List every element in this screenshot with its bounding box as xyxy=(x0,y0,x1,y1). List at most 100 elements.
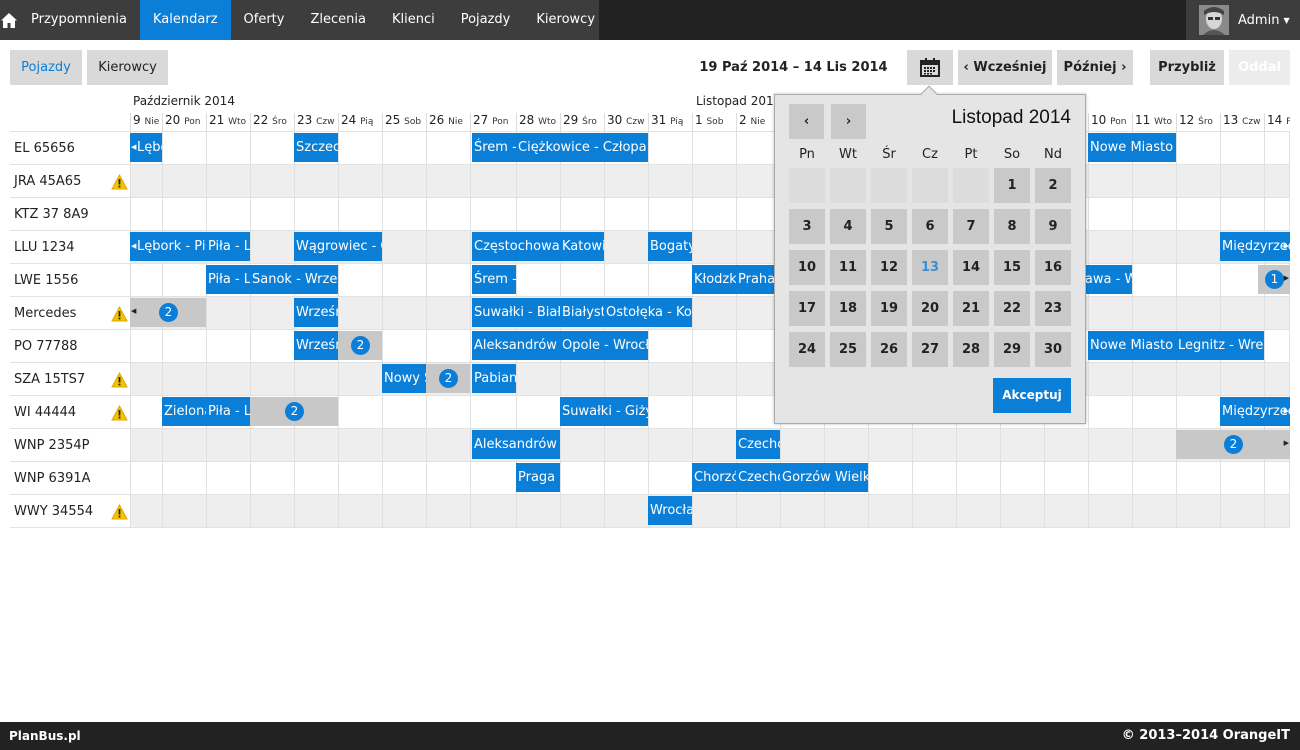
event-block[interactable]: Piła - Lębork xyxy=(206,265,250,294)
accept-button[interactable]: Akceptuj xyxy=(993,378,1071,413)
nav-item-drivers[interactable]: Kierowcy xyxy=(523,0,608,40)
event-block[interactable]: Aleksandrów Łódzki xyxy=(472,331,560,360)
vehicle-label[interactable]: KTZ 37 8A9 xyxy=(14,198,89,231)
event-block[interactable]: Aleksandrów Łódzki xyxy=(472,430,560,459)
nav-item-reminders[interactable]: Przypomnienia xyxy=(18,0,140,40)
event-block[interactable]: Piła - Lębork xyxy=(206,397,250,426)
picker-day[interactable]: 1 xyxy=(994,168,1030,203)
nav-item-calendar[interactable]: Kalendarz xyxy=(140,0,231,40)
picker-day[interactable]: 21 xyxy=(953,291,989,326)
picker-day[interactable]: 16 xyxy=(1035,250,1071,285)
picker-day[interactable]: 7 xyxy=(953,209,989,244)
nav-item-orders[interactable]: Zlecenia xyxy=(297,0,378,40)
picker-day[interactable]: 17 xyxy=(789,291,825,326)
picker-day[interactable]: 6 xyxy=(912,209,948,244)
picker-day[interactable]: 26 xyxy=(871,332,907,367)
event-block[interactable]: Suwałki - Białystok xyxy=(472,298,560,327)
picker-day[interactable]: 29 xyxy=(994,332,1030,367)
picker-day[interactable]: 3 xyxy=(789,209,825,244)
grouped-events[interactable]: 2 xyxy=(426,364,470,393)
event-block[interactable]: Kłodzko xyxy=(692,265,736,294)
picker-day[interactable]: 13 xyxy=(912,250,948,285)
picker-day[interactable]: 28 xyxy=(953,332,989,367)
tab-drivers[interactable]: Kierowcy xyxy=(87,50,168,85)
later-button[interactable]: Później › xyxy=(1057,50,1133,85)
picker-day[interactable]: 2 xyxy=(1035,168,1071,203)
nav-item-clients[interactable]: Klienci xyxy=(379,0,448,40)
event-block[interactable]: Nowy Sącz xyxy=(382,364,426,393)
picker-day[interactable]: 30 xyxy=(1035,332,1071,367)
grouped-events[interactable]: 1 ▶ xyxy=(1258,265,1290,294)
event-block[interactable]: Ostołęka - Kołobrzeg xyxy=(604,298,692,327)
tab-vehicles[interactable]: Pojazdy xyxy=(10,50,82,85)
vehicle-label[interactable]: SZA 15TS7 xyxy=(14,363,85,396)
picker-day[interactable]: 18 xyxy=(830,291,866,326)
home-button[interactable] xyxy=(0,0,18,40)
picker-day[interactable]: 15 xyxy=(994,250,1030,285)
event-block[interactable]: Praga xyxy=(516,463,560,492)
vehicle-label[interactable]: LLU 1234 xyxy=(14,231,75,264)
user-menu[interactable]: Admin ▼ xyxy=(1186,0,1300,40)
event-block[interactable]: Wrocław xyxy=(648,496,692,525)
picker-day[interactable]: 14 xyxy=(953,250,989,285)
grouped-events[interactable]: 2 ▶ xyxy=(1176,430,1290,459)
vehicle-label[interactable]: WWY 34554 xyxy=(14,495,93,528)
event-block[interactable]: Wągrowiec - Gniezno xyxy=(294,232,382,261)
picker-day[interactable]: 24 xyxy=(789,332,825,367)
warning-icon[interactable] xyxy=(111,503,128,520)
picker-next-button[interactable]: › xyxy=(831,104,866,139)
event-block[interactable]: Nowe Miasto xyxy=(1088,133,1176,162)
warning-icon[interactable] xyxy=(111,404,128,421)
picker-day[interactable]: 22 xyxy=(994,291,1030,326)
event-block[interactable]: Opole - Wrocław xyxy=(560,331,648,360)
event-block[interactable]: Międzyrzecz▶ xyxy=(1220,397,1290,426)
event-block[interactable]: Czechowice xyxy=(736,430,780,459)
grouped-events[interactable]: 2 xyxy=(338,331,382,360)
event-block[interactable]: Lębork - Piła◀ xyxy=(130,133,162,162)
event-block[interactable]: Śrem - Łódź xyxy=(472,133,516,162)
picker-day[interactable]: 9 xyxy=(1035,209,1071,244)
vehicle-label[interactable]: Mercedes xyxy=(14,297,76,330)
event-block[interactable]: Lębork - Piła◀ xyxy=(130,232,206,261)
picker-prev-button[interactable]: ‹ xyxy=(789,104,824,139)
picker-day[interactable]: 19 xyxy=(871,291,907,326)
picker-day[interactable]: 11 xyxy=(830,250,866,285)
event-block[interactable]: Bogatynia xyxy=(648,232,692,261)
event-block[interactable]: Częstochowa - Kraków xyxy=(472,232,560,261)
warning-icon[interactable] xyxy=(111,173,128,190)
picker-day[interactable]: 4 xyxy=(830,209,866,244)
picker-day[interactable]: 5 xyxy=(871,209,907,244)
event-block[interactable]: Września xyxy=(294,298,338,327)
grouped-events[interactable]: 2 ◀ xyxy=(130,298,206,327)
event-block[interactable]: Międzyrzecz▶ xyxy=(1220,232,1290,261)
event-block[interactable]: Września xyxy=(294,331,338,360)
picker-day[interactable]: 8 xyxy=(994,209,1030,244)
event-block[interactable]: Szczecin xyxy=(294,133,338,162)
event-block[interactable]: Chorzów xyxy=(692,463,736,492)
vehicle-label[interactable]: JRA 45A65 xyxy=(14,165,81,198)
footer-brand-link[interactable]: PlanBus.pl xyxy=(9,722,81,750)
event-block[interactable]: Suwałki - Giżycko xyxy=(560,397,648,426)
vehicle-label[interactable]: WNP 6391A xyxy=(14,462,91,495)
vehicle-label[interactable]: WI 44444 xyxy=(14,396,76,429)
picker-day[interactable]: 12 xyxy=(871,250,907,285)
event-block[interactable]: Gorzów Wielkopolski xyxy=(780,463,868,492)
earlier-button[interactable]: ‹ Wcześniej xyxy=(958,50,1052,85)
event-block[interactable]: Sanok - Września xyxy=(250,265,338,294)
event-block[interactable]: Legnitz - Wrestaw xyxy=(1176,331,1264,360)
zoom-in-button[interactable]: Przybliż xyxy=(1150,50,1224,85)
event-block[interactable]: Nowe Miasto xyxy=(1088,331,1176,360)
event-block[interactable]: Zielona Góra xyxy=(162,397,206,426)
vehicle-label[interactable]: EL 65656 xyxy=(14,132,75,165)
event-block[interactable]: Białystok xyxy=(560,298,604,327)
event-block[interactable]: Katowice xyxy=(560,232,604,261)
event-block[interactable]: Czechowice xyxy=(736,463,780,492)
warning-icon[interactable] xyxy=(111,305,128,322)
warning-icon[interactable] xyxy=(111,371,128,388)
picker-day[interactable]: 10 xyxy=(789,250,825,285)
nav-item-offers[interactable]: Oferty xyxy=(231,0,298,40)
picker-day[interactable]: 23 xyxy=(1035,291,1071,326)
date-picker-button[interactable] xyxy=(907,50,953,85)
picker-day[interactable]: 27 xyxy=(912,332,948,367)
zoom-out-button[interactable]: Oddal xyxy=(1229,50,1290,85)
